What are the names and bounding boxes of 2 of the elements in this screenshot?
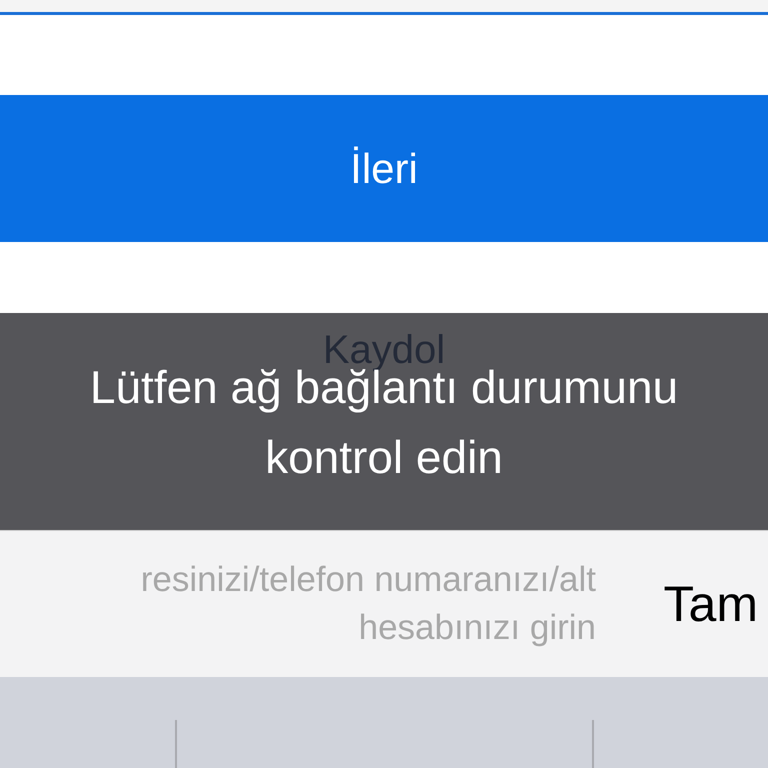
done-button[interactable]: Tam	[664, 566, 758, 642]
next-button[interactable]: İleri	[0, 95, 768, 242]
